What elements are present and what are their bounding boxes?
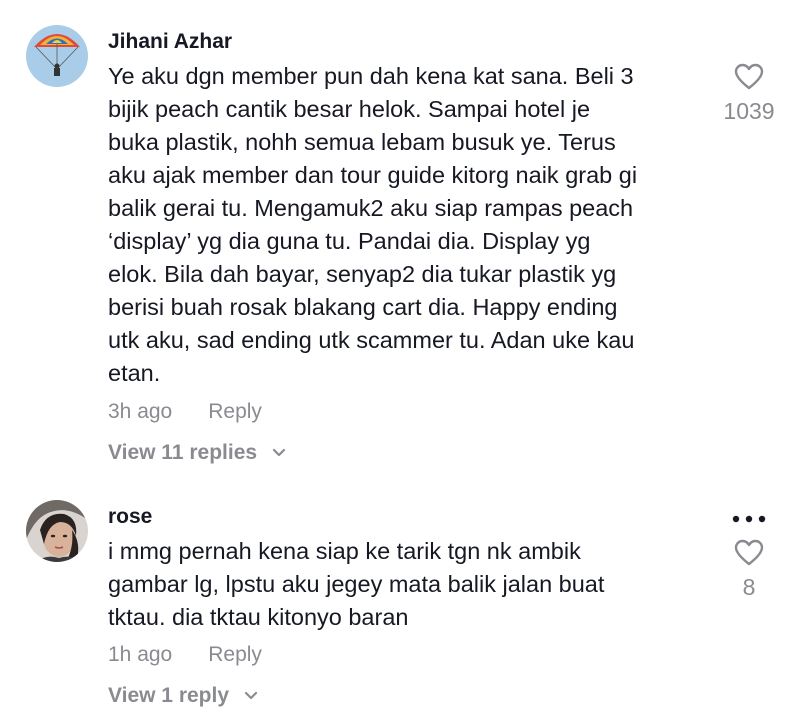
comment-text-line: i mmg pernah kena siap ke tarik tgn nk a… [108,538,581,564]
comment-text-line: berisi buah rosak blakang cart dia. Happ… [108,294,618,320]
chevron-down-icon [272,449,286,457]
comment-text-line: elok. Bila dah bayar, senyap2 dia tukar … [108,261,617,287]
reply-button[interactable]: Reply [208,400,262,423]
comment-text-line: tktau. dia tktau kitonyo baran [108,604,409,630]
like-button[interactable]: 8 [719,539,779,601]
comment-text-line: ‘display’ yg dia guna tu. Pandai dia. Di… [108,228,591,254]
comment-meta: 1h ago Reply [108,643,262,667]
more-options-button[interactable] [730,512,768,530]
comment-meta: 3h ago Reply [108,400,262,424]
like-button[interactable]: 1039 [719,63,779,125]
comment-text: Ye aku dgn member pun dah kena kat sana.… [108,60,708,390]
comment-text-line: balik gerai tu. Mengamuk2 aku siap rampa… [108,195,634,221]
comment-timestamp: 3h ago [108,400,173,423]
avatar-portrait-image [26,500,88,562]
comment-text-line: etan. [108,360,161,386]
like-count: 8 [742,574,756,600]
avatar[interactable] [26,500,88,562]
avatar-parasail-image [26,25,88,87]
chevron-down-icon [244,692,257,700]
more-dots-icon [732,515,766,523]
comment-text-line: Ye aku dgn member pun dah kena kat sana.… [108,63,634,89]
avatar[interactable] [26,25,88,87]
view-replies-button[interactable]: View 11 replies [108,441,287,465]
view-replies-label: View 1 reply [108,684,230,707]
view-replies-button[interactable]: View 1 reply [108,684,259,708]
reply-button[interactable]: Reply [208,643,262,666]
heart-outline-icon [734,539,764,566]
comment-timestamp: 1h ago [108,643,173,666]
comment-username[interactable]: Jihani Azhar [108,30,232,54]
comment-text-line: buka plastik, nohh semua lebam busuk ye.… [108,129,616,155]
comment-text: i mmg pernah kena siap ke tarik tgn nk a… [108,535,708,634]
comment-text-line: bijik peach cantik besar helok. Sampai h… [108,96,591,122]
comment-text-line: aku ajak member dan tour guide kitorg na… [108,162,638,188]
comment-username[interactable]: rose [108,505,152,529]
view-replies-label: View 11 replies [108,441,258,464]
like-count: 1039 [723,98,775,124]
comment-text-line: gambar lg, lpstu aku jegey mata balik ja… [108,571,605,597]
comment-text-line: utk aku, sad ending utk scammer tu. Adan… [108,327,635,353]
heart-outline-icon [734,63,764,90]
